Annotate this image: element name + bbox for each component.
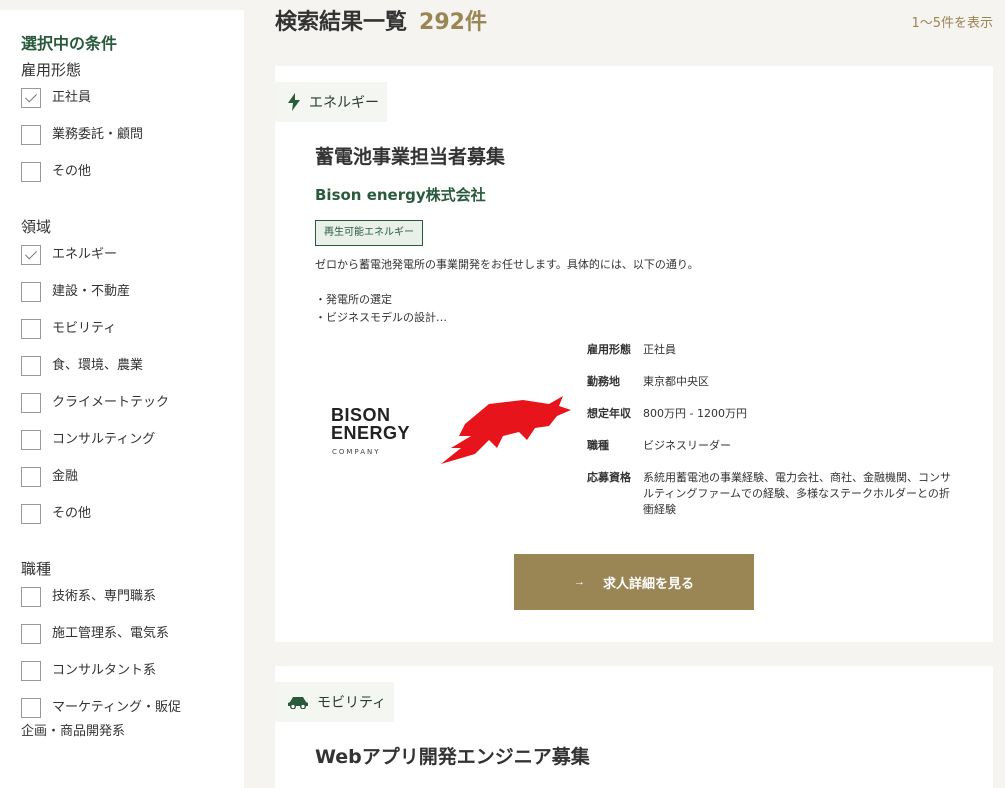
filter-option[interactable]: 建設・不動産 — [21, 282, 224, 319]
filter-option-label: コンサルティング — [52, 432, 156, 447]
info-key: 雇用形態 — [587, 343, 631, 356]
checkbox[interactable] — [21, 88, 41, 108]
logo-subtext: COMPANY — [332, 448, 381, 456]
filter-option-label: 技術系、専門職系 — [52, 589, 157, 604]
filter-option[interactable]: コンサルタント系 — [21, 661, 224, 698]
checkbox[interactable] — [21, 162, 41, 182]
category-label: モビリティ — [317, 695, 387, 711]
checkbox[interactable] — [21, 393, 41, 413]
results-range: 1〜5件を表示 — [911, 16, 993, 31]
checkbox[interactable] — [21, 624, 41, 644]
job-card: モビリティ Webアプリ開発エンジニア募集 — [275, 666, 993, 788]
filter-option[interactable]: 正社員 — [21, 88, 224, 125]
filter-option[interactable]: その他 — [21, 504, 224, 541]
info-row: 雇用形態 正社員 — [587, 342, 957, 374]
info-key: 応募資格 — [587, 471, 631, 484]
filter-option-label: 食、環境、農業 — [52, 358, 144, 373]
info-value: ビジネスリーダー — [643, 439, 731, 452]
description-line: ・ビジネスモデルの設計… — [315, 311, 447, 324]
bull-logo-icon — [441, 396, 571, 464]
info-value: 正社員 — [643, 343, 676, 356]
logo-line2: ENERGY — [331, 423, 411, 443]
filter-option-label: その他 — [52, 164, 92, 179]
filter-sidebar: 選択中の条件 雇用形態 正社員 業務委託・顧問 その他 領域 エネルギー 建設・… — [0, 10, 244, 788]
filter-option-label: 正社員 — [52, 90, 92, 105]
description-line: ゼロから蓄電池発電所の事業開発をお任せします。具体的には、以下の通り。 — [315, 258, 699, 271]
lightning-icon — [288, 93, 300, 111]
company-name[interactable]: Bison energy株式会社 — [315, 184, 486, 205]
filter-group-title-domain: 領域 — [21, 218, 52, 236]
industry-badge: 再生可能エネルギー — [315, 220, 423, 246]
view-details-label: 求人詳細を見る — [602, 575, 694, 591]
filter-option[interactable]: マーケティング・販促 企画・商品開発系 — [21, 698, 224, 746]
checkbox[interactable] — [21, 319, 41, 339]
logo-text: BISON ENERGY — [331, 406, 410, 442]
info-row: 応募資格 系統用蓄電池の事業経験、電力会社、商社、金融機関、コンサルティングファ… — [587, 470, 957, 518]
arrow-right-icon: → — [573, 576, 585, 588]
job-title[interactable]: Webアプリ開発エンジニア募集 — [315, 742, 590, 769]
checkbox[interactable] — [21, 356, 41, 376]
job-info-table: 雇用形態 正社員 勤務地 東京都中央区 想定年収 800万円 - 1200万円 … — [587, 342, 957, 518]
filter-option-label: 金融 — [52, 469, 79, 484]
results-title-text: 検索結果一覧 — [275, 10, 408, 35]
checkbox[interactable] — [21, 587, 41, 607]
filter-option[interactable]: 業務委託・顧問 — [21, 125, 224, 162]
info-value: 800万円 - 1200万円 — [643, 407, 747, 420]
info-value: 東京都中央区 — [643, 375, 709, 388]
filter-option-label: 業務委託・顧問 — [52, 127, 144, 142]
filter-option-label: クライメートテック — [52, 395, 170, 410]
checkbox[interactable] — [21, 698, 41, 718]
job-description: ゼロから蓄電池発電所の事業開発をお任せします。具体的には、以下の通り。 ・発電所… — [315, 256, 699, 327]
info-key: 想定年収 — [587, 407, 631, 420]
results-count: 292件 — [419, 10, 487, 35]
filter-option[interactable]: コンサルティング — [21, 430, 224, 467]
filter-option[interactable]: その他 — [21, 162, 224, 199]
filter-option-label-line2: 企画・商品開発系 — [21, 724, 126, 739]
filter-option-label: その他 — [52, 506, 92, 521]
company-logo: BISON ENERGY COMPANY — [331, 396, 571, 471]
page-title: 検索結果一覧 292件 — [275, 8, 487, 38]
checkbox[interactable] — [21, 282, 41, 302]
filter-option-label: コンサルタント系 — [52, 663, 157, 678]
view-details-button[interactable]: → 求人詳細を見る — [514, 554, 754, 610]
info-key: 勤務地 — [587, 375, 620, 388]
job-title[interactable]: 蓄電池事業担当者募集 — [315, 142, 505, 169]
sidebar-title: 選択中の条件 — [21, 34, 118, 53]
filter-option[interactable]: エネルギー — [21, 245, 224, 282]
checkbox[interactable] — [21, 125, 41, 145]
info-key: 職種 — [587, 439, 609, 452]
filter-group-title-jobtype: 職種 — [21, 560, 52, 578]
filter-option[interactable]: 技術系、専門職系 — [21, 587, 224, 624]
info-row: 想定年収 800万円 - 1200万円 — [587, 406, 957, 438]
checkbox[interactable] — [21, 467, 41, 487]
checkbox[interactable] — [21, 661, 41, 681]
car-icon — [288, 697, 308, 709]
category-label: エネルギー — [309, 95, 379, 111]
checkbox[interactable] — [21, 245, 41, 265]
description-line: ・発電所の選定 — [315, 293, 392, 306]
checkbox[interactable] — [21, 504, 41, 524]
filter-option-label: モビリティ — [52, 321, 117, 336]
job-card: エネルギー 蓄電池事業担当者募集 Bison energy株式会社 再生可能エネ… — [275, 66, 993, 642]
category-tag: エネルギー — [275, 82, 387, 122]
filter-option[interactable]: 金融 — [21, 467, 224, 504]
filter-option-label: 建設・不動産 — [52, 284, 131, 299]
filter-option-label: 施工管理系、電気系 — [52, 626, 170, 641]
logo-line1: BISON — [331, 405, 391, 425]
info-value: 系統用蓄電池の事業経験、電力会社、商社、金融機関、コンサルティングファームでの経… — [643, 471, 951, 516]
filter-option-label: マーケティング・販促 — [52, 700, 181, 715]
filter-option[interactable]: 施工管理系、電気系 — [21, 624, 224, 661]
filter-option-label: エネルギー — [52, 247, 118, 262]
filter-group-title-employment: 雇用形態 — [21, 61, 82, 79]
info-row: 職種 ビジネスリーダー — [587, 438, 957, 470]
checkbox[interactable] — [21, 430, 41, 450]
info-row: 勤務地 東京都中央区 — [587, 374, 957, 406]
category-tag: モビリティ — [275, 682, 395, 722]
filter-option[interactable]: 食、環境、農業 — [21, 356, 224, 393]
filter-option[interactable]: モビリティ — [21, 319, 224, 356]
filter-option[interactable]: クライメートテック — [21, 393, 224, 430]
